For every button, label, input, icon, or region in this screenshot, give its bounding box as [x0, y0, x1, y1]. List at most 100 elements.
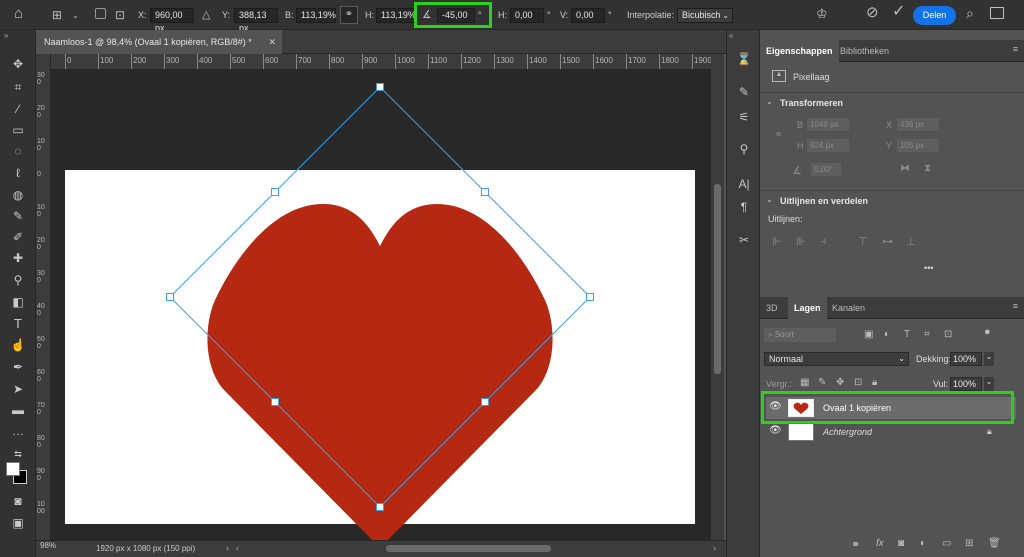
ellipse-marquee-tool-icon[interactable]: ◌: [9, 143, 27, 159]
zoom-level[interactable]: 98%: [40, 541, 56, 550]
skew-v-field[interactable]: 0,00: [571, 8, 605, 23]
tab-layers[interactable]: Lagen: [788, 297, 827, 319]
search-icon[interactable]: ⌕: [966, 6, 974, 20]
align-left-icon[interactable]: ⊩: [772, 235, 782, 248]
filter-toggle-icon[interactable]: ●: [984, 326, 991, 338]
tab-properties[interactable]: Eigenschappen: [760, 40, 839, 62]
transform-section-title[interactable]: Transformeren: [780, 98, 843, 108]
blend-mode-select[interactable]: Normaal ⌄: [764, 352, 909, 366]
collapse-arrows-icon[interactable]: «: [729, 31, 733, 40]
pencil-tool-icon[interactable]: ✐: [9, 229, 27, 245]
layer-filter-select[interactable]: ⌕ Soort: [764, 328, 836, 342]
eraser-tool-icon[interactable]: ◧: [9, 294, 27, 310]
cancel-icon[interactable]: ⊘: [866, 5, 879, 20]
path-select-tool-icon[interactable]: ➤: [9, 381, 27, 397]
x-field[interactable]: 436 px: [897, 118, 939, 131]
stamp-tool-icon[interactable]: ⚲: [9, 272, 27, 288]
align-right-icon[interactable]: ⫣: [820, 235, 827, 248]
lock-artboard-icon[interactable]: ⊡: [854, 377, 862, 388]
angle-field[interactable]: 0,00°: [811, 163, 841, 176]
filter-pixel-icon[interactable]: ▣: [864, 329, 873, 340]
add-mask-icon[interactable]: ◙: [898, 538, 904, 549]
tab-channels[interactable]: Kanalen: [826, 297, 871, 319]
eyedropper-tool-icon[interactable]: ⁄: [9, 101, 27, 117]
history-icon[interactable]: ⌛: [735, 52, 753, 68]
filter-type-icon[interactable]: T: [904, 329, 910, 340]
vertical-scrollbar[interactable]: [711, 54, 724, 540]
horizontal-scroll-thumb[interactable]: [386, 545, 551, 552]
crop-tool-icon[interactable]: ⌗: [9, 79, 27, 95]
height-field[interactable]: 924 px: [807, 139, 849, 152]
quick-mask-icon[interactable]: ◙: [9, 493, 27, 509]
visibility-eye-icon[interactable]: 👁︎: [769, 425, 782, 436]
chevron-down-icon[interactable]: ⌄: [72, 9, 79, 23]
link-icon[interactable]: ⚭: [340, 6, 358, 24]
adjustments-icon[interactable]: ⚟: [735, 110, 753, 126]
paragraph-icon[interactable]: ¶: [735, 200, 753, 216]
filter-shape-icon[interactable]: ⌗: [924, 329, 930, 340]
lock-all-icon[interactable]: 🔒︎: [872, 377, 877, 388]
adjustment-layer-icon[interactable]: ◐: [920, 538, 926, 549]
foreground-color-swatch[interactable]: [6, 462, 20, 476]
share-button[interactable]: Delen: [913, 6, 956, 25]
y-field[interactable]: 388,13 px: [234, 8, 278, 33]
lasso-tool-icon[interactable]: ℓ: [9, 165, 27, 181]
vertical-scroll-thumb[interactable]: [714, 184, 721, 374]
document-tab[interactable]: Naamloos-1 @ 98,4% (Ovaal 1 kopiëren, RG…: [36, 30, 282, 54]
align-top-icon[interactable]: ⊤: [858, 235, 868, 248]
chevron-down-icon[interactable]: ⌄: [766, 195, 773, 204]
fill-field[interactable]: 100%: [950, 377, 982, 391]
lock-pixels-icon[interactable]: ✎: [818, 377, 826, 388]
tab-libraries[interactable]: Bibliotheken: [834, 40, 895, 62]
character-icon[interactable]: A|: [735, 177, 753, 193]
brush-tool-icon[interactable]: ✎: [9, 208, 27, 224]
delete-layer-icon[interactable]: 🗑︎: [988, 538, 1001, 549]
filter-smart-icon[interactable]: ⊡: [944, 329, 952, 340]
flip-horizontal-icon[interactable]: ⧓: [900, 163, 910, 174]
opacity-field[interactable]: 100%: [950, 352, 982, 366]
chevron-down-icon[interactable]: ⌄: [766, 97, 773, 106]
warp-icon[interactable]: ♔: [816, 7, 828, 21]
close-icon[interactable]: ✕: [268, 30, 276, 54]
new-layer-icon[interactable]: ⊞: [965, 538, 973, 549]
width-field[interactable]: 1049 px: [807, 118, 849, 131]
new-group-icon[interactable]: ▭: [942, 538, 951, 549]
swap-colors-icon[interactable]: ⇆: [9, 446, 27, 462]
y-field[interactable]: 105 px: [897, 139, 939, 152]
tab-3d[interactable]: 3D: [760, 297, 784, 319]
marquee-tool-icon[interactable]: ▭: [9, 122, 27, 138]
angle-field[interactable]: -45,00: [437, 8, 475, 23]
link-layers-icon[interactable]: ⚭: [851, 538, 860, 551]
reference-point-icon[interactable]: ⊞: [52, 8, 62, 22]
collapse-arrows-icon[interactable]: »: [4, 31, 8, 40]
x-field[interactable]: 960,00 px: [150, 8, 194, 33]
commit-check-icon[interactable]: ✓: [892, 4, 905, 20]
delta-icon[interactable]: △: [202, 8, 210, 22]
align-section-title[interactable]: Uitlijnen en verdelen: [780, 196, 868, 206]
pen-tool-icon[interactable]: ✒: [9, 359, 27, 375]
canvas-area[interactable]: [51, 70, 711, 540]
more-tools-icon[interactable]: …: [9, 423, 27, 439]
healing-tool-icon[interactable]: ✚: [9, 250, 27, 266]
quick-select-tool-icon[interactable]: ◍: [9, 187, 27, 203]
align-center-h-icon[interactable]: ⊪: [796, 235, 806, 248]
workspace-icon[interactable]: [990, 7, 1004, 19]
shape-tool-icon[interactable]: ▬: [9, 402, 27, 418]
tools-preset-icon[interactable]: ✂: [735, 233, 753, 249]
checkbox-icon[interactable]: [95, 8, 106, 19]
align-bottom-icon[interactable]: ⊥: [906, 235, 916, 248]
panel-menu-icon[interactable]: ≡: [1013, 301, 1018, 311]
filter-adjustment-icon[interactable]: ◐: [884, 329, 890, 340]
clone-source-icon[interactable]: ⚲: [735, 142, 753, 158]
link-icon[interactable]: ⚭: [774, 128, 783, 141]
fx-icon[interactable]: fx: [876, 538, 884, 549]
screen-mode-icon[interactable]: ▣: [9, 515, 27, 531]
text-tool-icon[interactable]: T: [9, 316, 27, 332]
chevron-down-icon[interactable]: ⌄: [984, 377, 994, 391]
chevron-down-icon[interactable]: ⌄: [984, 352, 994, 366]
scroll-right-icon[interactable]: ›: [713, 543, 716, 553]
panel-menu-icon[interactable]: ≡: [1013, 44, 1018, 54]
height-field[interactable]: 113,19%: [376, 8, 416, 23]
width-field[interactable]: 113,19%: [296, 8, 336, 23]
smudge-tool-icon[interactable]: ☝: [9, 337, 27, 353]
